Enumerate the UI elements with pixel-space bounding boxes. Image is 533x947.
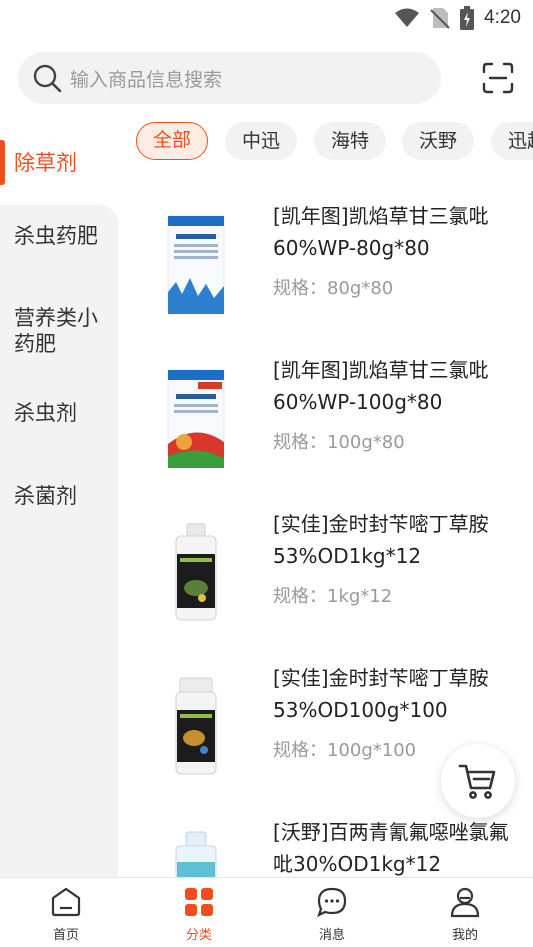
tab-home[interactable]: 首页 [26,884,106,943]
product-title: [凯年图]凯焰草甘三氯吡60%WP-80g*80 [273,204,489,260]
chip-brand[interactable]: 沃野 [402,122,474,160]
product-title: [实佳]金时封苄嘧丁草胺53%OD100g*100 [273,666,489,722]
product-image [175,677,217,775]
tab-label: 我的 [451,928,478,943]
tab-profile[interactable]: 我的 [425,884,505,943]
wifi-icon [395,8,420,27]
search-placeholder: 输入商品信息搜索 [70,68,223,91]
scan-button[interactable] [478,58,518,98]
cart-button[interactable] [441,744,515,818]
product-title: [实佳]金时封苄嘧丁草胺53%OD1kg*12 [273,512,489,568]
tab-category[interactable]: 分类 [159,884,239,943]
chip-brand[interactable]: 迅超 [491,122,533,160]
product-title: [凯年图]凯焰草甘三氯吡60%WP-100g*80 [273,358,489,414]
product-item[interactable]: [实佳]金时封苄嘧丁草胺53%OD1kg*12 规格：1kg*12 [136,498,533,648]
tab-label: 消息 [318,928,345,943]
status-time: 4:20 [484,7,521,28]
chip-brand[interactable]: 海特 [314,122,386,160]
product-spec: 规格：100g*100 [273,740,417,761]
search-icon [33,64,62,93]
chip-brand[interactable]: 中迅 [225,122,297,160]
sidebar-item-insecticide[interactable]: 杀虫剂 [14,400,110,426]
product-title: [沃野]百两青氰氟噁唑氯氟吡30%OD1kg*12 [273,820,509,876]
search-row: 输入商品信息搜索 [18,52,518,104]
tab-label: 首页 [52,928,79,943]
scan-icon [482,62,514,94]
product-image [167,369,225,469]
product-image [175,523,217,621]
category-sidebar: 除草剂 杀虫药肥 营养类小药肥 杀虫剂 杀菌剂 [0,120,118,877]
sidebar-item-label[interactable]: 除草剂 [14,150,110,176]
product-image [167,215,225,315]
active-indicator [0,140,5,185]
status-bar: 4:20 [0,0,533,40]
bottom-tab-bar: 首页 分类 消息 我的 [0,877,533,947]
home-icon [51,887,81,917]
sidebar-item-fungicide[interactable]: 杀菌剂 [14,483,110,509]
battery-icon [460,6,475,30]
category-icon [185,888,213,916]
sidebar-corner [100,205,118,223]
profile-icon [450,887,480,918]
cart-icon [458,764,496,799]
chip-all[interactable]: 全部 [136,122,208,160]
sidebar-item-nutrition-fertilizer[interactable]: 营养类小药肥 [14,305,110,357]
message-icon [317,887,347,918]
product-spec: 规格：80g*80 [273,278,394,299]
product-item[interactable]: [凯年图]凯焰草甘三氯吡60%WP-80g*80 规格：80g*80 [136,190,533,340]
tab-label: 分类 [185,928,212,943]
brand-filter-chips: 全部 中迅 海特 沃野 迅超 [136,122,533,162]
sidebar-item-insecticide-fertilizer[interactable]: 杀虫药肥 [14,223,110,249]
no-sim-icon [430,8,450,29]
product-item[interactable]: [凯年图]凯焰草甘三氯吡60%WP-100g*80 规格：100g*80 [136,344,533,494]
search-input[interactable]: 输入商品信息搜索 [18,52,441,104]
product-image [175,831,217,877]
product-spec: 规格：100g*80 [273,432,405,453]
product-spec: 规格：1kg*12 [273,586,393,607]
tab-messages[interactable]: 消息 [292,884,372,943]
